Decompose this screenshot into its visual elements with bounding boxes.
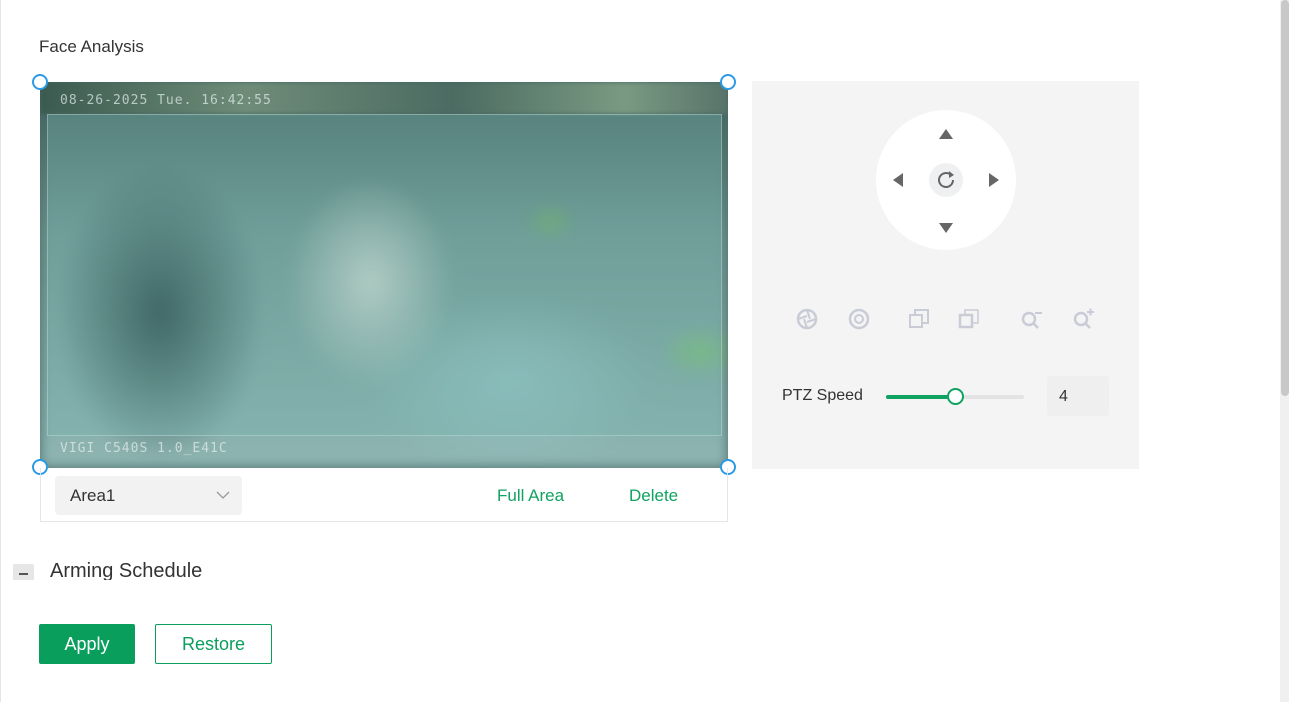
vertical-scrollbar[interactable]	[1280, 0, 1289, 702]
scrollbar-thumb[interactable]	[1281, 0, 1289, 396]
arrow-down-icon[interactable]	[938, 222, 954, 234]
collapse-toggle-icon[interactable]	[13, 564, 34, 580]
iris-close-icon[interactable]	[846, 306, 872, 332]
ptz-speed-label: PTZ Speed	[782, 387, 863, 404]
zoom-in-icon[interactable]	[1070, 306, 1096, 332]
delete-button[interactable]: Delete	[629, 486, 678, 506]
ptz-panel: PTZ Speed 4	[752, 81, 1139, 469]
ptz-speed-slider-thumb[interactable]	[947, 388, 964, 405]
area-select[interactable]: Area1	[55, 476, 242, 515]
osd-timestamp: 08-26-2025 Tue. 16:42:55	[60, 93, 272, 108]
video-preview[interactable]: 08-26-2025 Tue. 16:42:55 VIGI C540S 1.0_…	[40, 82, 728, 468]
ptz-toolbar	[752, 306, 1139, 336]
osd-camera-model: VIGI C540S 1.0_E41C	[60, 441, 228, 456]
focus-far-icon[interactable]	[957, 306, 983, 332]
arrow-left-icon[interactable]	[892, 172, 904, 188]
detection-area-overlay[interactable]	[47, 114, 722, 436]
focus-near-icon[interactable]	[907, 306, 933, 332]
ptz-speed-slider-fill	[886, 395, 955, 399]
restore-button[interactable]: Restore	[155, 624, 272, 664]
iris-open-icon[interactable]	[794, 306, 820, 332]
chevron-down-icon	[216, 491, 230, 499]
zoom-out-icon[interactable]	[1018, 306, 1044, 332]
page-title: Face Analysis	[39, 37, 144, 56]
apply-button[interactable]: Apply	[39, 624, 135, 664]
ptz-speed-value[interactable]: 4	[1047, 376, 1109, 416]
resize-handle-top-right[interactable]	[720, 74, 736, 90]
ptz-reset-button[interactable]	[929, 163, 963, 197]
full-area-button[interactable]: Full Area	[497, 486, 564, 506]
resize-handle-top-left[interactable]	[32, 74, 48, 90]
ptz-direction-pad	[876, 110, 1016, 250]
area-toolbar: Area1 Full Area Delete	[40, 468, 728, 522]
refresh-icon	[938, 171, 954, 188]
arrow-up-icon[interactable]	[938, 128, 954, 140]
arming-schedule-title: Arming Schedule	[50, 560, 203, 580]
face-analysis-page: Face Analysis 08-26-2025 Tue. 16:42:55 V…	[0, 0, 1289, 702]
area-select-value: Area1	[70, 486, 116, 505]
arrow-right-icon[interactable]	[988, 172, 1000, 188]
arming-schedule-section: Arming Schedule	[13, 560, 413, 580]
ptz-speed-slider[interactable]	[886, 388, 1024, 405]
